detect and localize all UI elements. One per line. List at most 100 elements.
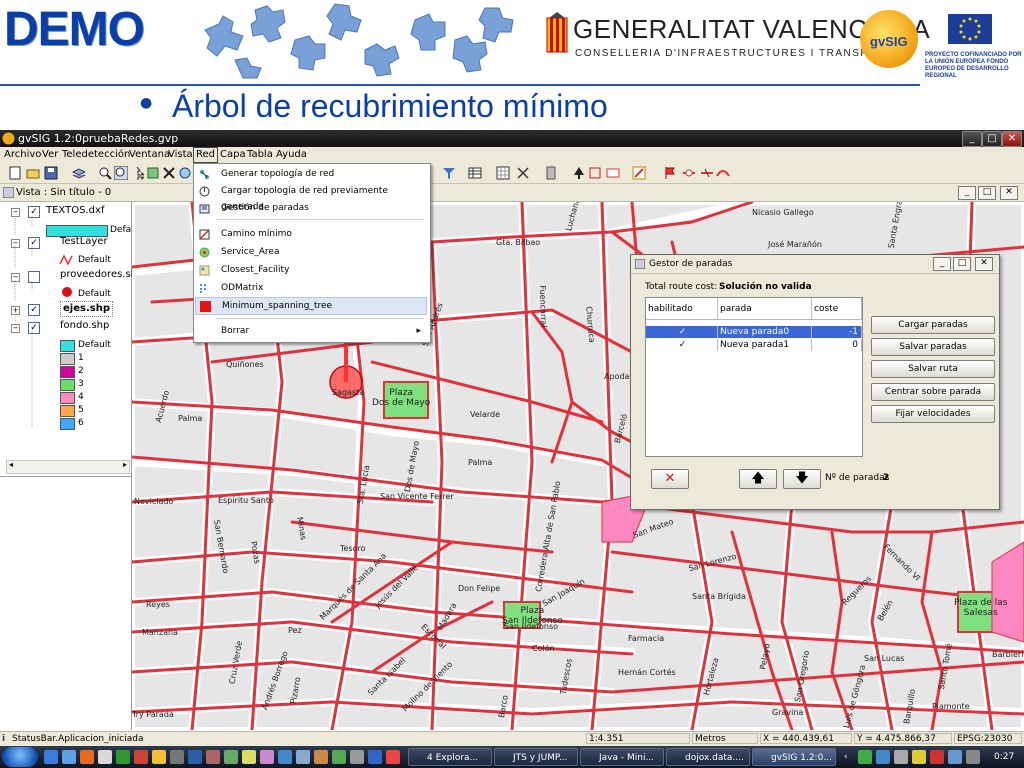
task-jts[interactable]: JTS y JUMP...	[494, 748, 578, 766]
scissors-icon[interactable]	[516, 166, 530, 180]
zoom-in-icon[interactable]	[98, 166, 112, 180]
stop-cost-cell[interactable]: -1	[812, 326, 862, 338]
column-header-habilitado[interactable]: habilitado	[646, 298, 718, 320]
menu-teledeteccion[interactable]: Teledetección	[60, 147, 132, 163]
app-icon[interactable]	[314, 750, 328, 764]
scale-field[interactable]: 1:4.351	[586, 733, 690, 744]
close-button[interactable]: ✕	[1002, 131, 1022, 147]
column-header-parada[interactable]: parada	[718, 298, 812, 320]
minimize-button[interactable]: _	[962, 131, 982, 147]
menu-item-cargar-topologia[interactable]: Cargar topología de red previamente gene…	[195, 183, 427, 212]
app-icon[interactable]	[134, 750, 148, 764]
edit-vertex-icon[interactable]	[588, 166, 602, 180]
network-node-icon[interactable]	[682, 166, 696, 180]
task-java[interactable]: Java - Mini...	[580, 748, 664, 766]
move-up-button[interactable]: 🡅	[739, 469, 777, 489]
network-barrier-icon[interactable]	[700, 166, 714, 180]
tray-icon[interactable]	[912, 750, 926, 764]
menu-ayuda[interactable]: Ayuda	[274, 147, 309, 163]
menu-item-borrar[interactable]: Borrar ▸	[195, 323, 427, 339]
app-icon[interactable]	[332, 750, 346, 764]
menu-capa[interactable]: Capa	[218, 147, 248, 163]
table-icon[interactable]	[468, 166, 482, 180]
enabled-checkbox[interactable]: ✓	[646, 339, 718, 351]
save-route-button[interactable]: Salvar ruta	[871, 360, 995, 378]
app-icon[interactable]	[170, 750, 184, 764]
menu-item-service-area[interactable]: Service_Area	[195, 244, 427, 260]
app-icon[interactable]	[368, 750, 382, 764]
menu-item-closest-facility[interactable]: Closest_Facility	[195, 262, 427, 278]
firefox-icon[interactable]	[80, 750, 94, 764]
menu-item-minimum-spanning-tree[interactable]: Minimum_spanning_tree	[195, 297, 427, 315]
grid-icon[interactable]	[496, 166, 510, 180]
clock[interactable]: 0:27	[994, 746, 1014, 768]
dialog-close-button[interactable]: ✕	[975, 257, 993, 271]
move-down-button[interactable]: 🡇	[783, 469, 821, 489]
tray-icon[interactable]	[894, 750, 908, 764]
view-maximize-button[interactable]: □	[978, 186, 996, 200]
view-title-bar[interactable]: Vista : Sin título - 0 _ □ ✕	[0, 184, 1024, 202]
task-gvsig[interactable]: gvSIG 1.2:0...	[752, 748, 836, 766]
app-icon[interactable]	[224, 750, 238, 764]
tray-icon[interactable]	[876, 750, 890, 764]
stop-name-cell[interactable]: Nueva parada1	[718, 339, 812, 351]
table-row[interactable]: ✓ Nueva parada1 0	[646, 339, 862, 351]
save-stops-button[interactable]: Salvar paradas	[871, 338, 995, 356]
app-icon[interactable]	[278, 750, 292, 764]
menu-archivo[interactable]: Archivo	[2, 147, 43, 163]
app-icon[interactable]	[242, 750, 256, 764]
tray-chevron-icon[interactable]: ‹	[844, 746, 848, 768]
app-icon[interactable]	[296, 750, 310, 764]
save-icon[interactable]	[44, 166, 58, 180]
full-extent-icon[interactable]	[146, 166, 160, 180]
units-field[interactable]: Metros	[692, 733, 758, 744]
tray-icon[interactable]	[948, 750, 962, 764]
dialog-minimize-button[interactable]: _	[933, 257, 951, 271]
enabled-checkbox[interactable]: ✓	[646, 326, 718, 338]
stop-cost-cell[interactable]: 0	[812, 339, 862, 351]
stop-name-cell[interactable]: Nueva parada0	[718, 326, 812, 338]
desktop-icon[interactable]	[44, 750, 58, 764]
start-button[interactable]	[2, 747, 38, 767]
tree-icon[interactable]	[572, 166, 586, 180]
folder-icon[interactable]	[152, 750, 166, 764]
task-dojox[interactable]: dojox.data....	[666, 748, 750, 766]
filter-icon[interactable]	[442, 166, 456, 180]
network-flag-icon[interactable]	[664, 166, 678, 180]
zoom-previous-icon[interactable]	[162, 166, 176, 180]
view-minimize-button[interactable]: _	[958, 186, 976, 200]
dialog-maximize-button[interactable]: □	[953, 257, 971, 271]
app-title-bar[interactable]: gvSIG 1.2:0pruebaRedes.gvp _ □ ✕	[0, 130, 1024, 147]
open-folder-icon[interactable]	[26, 166, 40, 180]
menu-item-odmatrix[interactable]: ODMatrix	[195, 280, 427, 296]
menu-vista[interactable]: Vista	[166, 147, 195, 163]
ie-icon[interactable]	[62, 750, 76, 764]
maximize-button[interactable]: □	[982, 131, 1002, 147]
new-file-icon[interactable]	[8, 166, 22, 180]
app-icon[interactable]	[386, 750, 400, 764]
toc-horizontal-scrollbar[interactable]: ◂ ▸	[6, 460, 130, 474]
load-stops-button[interactable]: Cargar paradas	[871, 316, 995, 334]
app-icon[interactable]	[350, 750, 364, 764]
column-header-coste[interactable]: coste	[812, 298, 862, 320]
tray-icon[interactable]	[930, 750, 944, 764]
table-row[interactable]: ✓ Nueva parada0 -1	[646, 326, 862, 338]
window-icon[interactable]	[98, 750, 112, 764]
volume-icon[interactable]	[966, 750, 980, 764]
network-route-icon[interactable]	[716, 166, 730, 180]
set-speeds-button[interactable]: Fijar velocidades	[871, 405, 995, 423]
menu-item-generar-topologia[interactable]: Generar topología de red	[195, 166, 427, 182]
menu-item-camino-minimo[interactable]: Camino mínimo	[195, 226, 427, 242]
app-icon[interactable]	[206, 750, 220, 764]
app-icon[interactable]	[116, 750, 130, 764]
menu-red[interactable]: Red	[193, 147, 218, 163]
view-close-button[interactable]: ✕	[1000, 186, 1018, 200]
pan-icon[interactable]	[130, 166, 144, 180]
app-icon[interactable]	[188, 750, 202, 764]
tray-icon[interactable]	[858, 750, 872, 764]
menu-item-gestion-paradas[interactable]: Gestión de paradas	[195, 200, 427, 216]
task-explorer[interactable]: 4 Explora...	[408, 748, 492, 766]
center-on-stop-button[interactable]: Centrar sobre parada	[871, 383, 995, 401]
app-icon[interactable]	[260, 750, 274, 764]
zoom-out-icon[interactable]	[114, 166, 128, 180]
